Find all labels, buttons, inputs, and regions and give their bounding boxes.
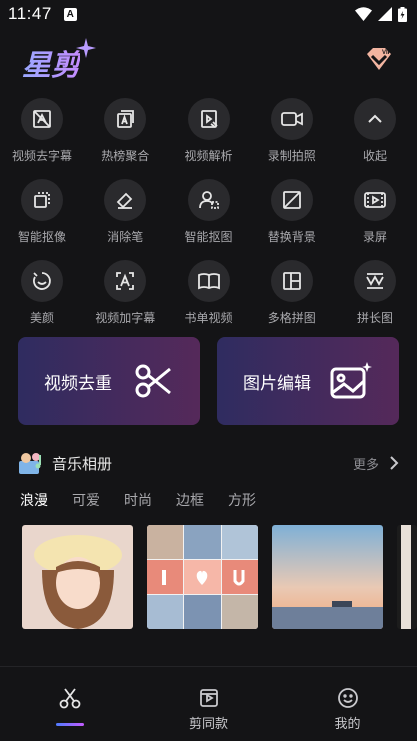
nav-edit[interactable] [0, 667, 139, 741]
music-album-icon [19, 453, 41, 474]
tool-video-parse[interactable]: 视频解析 [184, 98, 233, 179]
hot-list-icon [117, 110, 135, 128]
tools-grid: 视频去字幕 热榜聚合 视频解析 录制拍照 收起 智能抠像 消除笔 智能抠图 替换… [0, 98, 417, 341]
tools-row: 智能抠像 消除笔 智能抠图 替换背景 录屏 [0, 179, 417, 260]
album-thumbnails [22, 525, 417, 629]
nav-label: 我的 [334, 717, 361, 732]
album-tabs: 浪漫 可爱 时尚 边框 方形 [20, 490, 256, 510]
bottom-nav: 剪同款 我的 [0, 667, 417, 741]
album-thumbnail-image [272, 525, 383, 629]
chevron-right-icon [390, 456, 399, 470]
person-cutout-icon [198, 191, 219, 209]
tool-record-camera[interactable]: 录制拍照 [267, 98, 316, 179]
long-stitch-icon [366, 273, 384, 289]
album-thumbnail[interactable] [147, 525, 258, 629]
feature-cards: 视频去重 图片编辑 [18, 337, 399, 425]
card-title: 视频去重 [44, 373, 112, 394]
chevron-up-icon [368, 114, 382, 123]
tool-grid-collage[interactable]: 多格拼图 [267, 260, 316, 341]
beauty-icon [33, 272, 51, 290]
smile-icon [337, 688, 358, 708]
scissors-icon [59, 688, 80, 709]
tool-label: 录屏 [362, 230, 387, 244]
tool-eraser[interactable]: 消除笔 [103, 179, 147, 260]
grid-icon [282, 272, 301, 290]
add-subtitle-icon [116, 272, 135, 290]
tool-label: 消除笔 [107, 230, 144, 244]
active-indicator [55, 723, 84, 726]
eraser-icon [116, 192, 133, 209]
tool-label: 热榜聚合 [101, 149, 150, 163]
tool-label: 替换背景 [267, 230, 316, 244]
album-thumbnail-image [147, 525, 258, 629]
tool-book-video[interactable]: 书单视频 [184, 260, 233, 341]
tab-fashion[interactable]: 时尚 [124, 490, 152, 510]
music-album-header: 音乐相册 更多 [18, 448, 399, 478]
tool-label: 录制拍照 [267, 149, 316, 163]
tool-label: 智能抠图 [184, 230, 233, 244]
album-thumbnail[interactable] [22, 525, 133, 629]
sparkle-icon [76, 38, 96, 58]
tool-label: 视频去字幕 [12, 149, 73, 163]
tool-beauty[interactable]: 美颜 [20, 260, 64, 341]
tool-collapse[interactable]: 收起 [353, 98, 397, 179]
tab-cute[interactable]: 可爱 [72, 490, 100, 510]
smart-cutout-icon [34, 192, 50, 208]
tool-label: 收起 [362, 149, 387, 163]
battery-icon [398, 6, 407, 22]
album-thumbnail[interactable] [272, 525, 383, 629]
nav-mine[interactable]: 我的 [278, 667, 417, 741]
wifi-icon [355, 7, 372, 21]
tool-long-stitch[interactable]: 拼长图 [353, 260, 397, 341]
signal-icon [378, 7, 392, 21]
tool-replace-background[interactable]: 替换背景 [267, 179, 316, 260]
book-icon [197, 273, 220, 290]
tool-hot-list[interactable]: 热榜聚合 [101, 98, 150, 179]
template-video-icon [199, 689, 218, 707]
card-title: 图片编辑 [243, 373, 311, 394]
nav-label: 剪同款 [188, 717, 228, 732]
section-title: 音乐相册 [52, 454, 113, 473]
album-thumbnail-image [22, 525, 133, 629]
tool-video-add-subtitle[interactable]: 视频加字幕 [95, 260, 155, 341]
tool-screen-record[interactable]: 录屏 [353, 179, 397, 260]
nav-template[interactable]: 剪同款 [139, 667, 278, 741]
app-logo: 星剪 [22, 42, 80, 84]
screen-record-icon [364, 192, 386, 208]
tool-label: 智能抠像 [18, 230, 67, 244]
status-time: 11:47 [8, 4, 52, 23]
scissors-icon [135, 364, 171, 398]
tool-label: 拼长图 [356, 311, 393, 325]
notification-icon: A [63, 7, 77, 21]
tab-square[interactable]: 方形 [228, 490, 256, 510]
video-remove-subtitle-icon [33, 110, 51, 128]
tab-romantic[interactable]: 浪漫 [20, 490, 48, 510]
more-label: 更多 [352, 457, 379, 473]
status-bar: 11:47 A [0, 0, 417, 28]
camera-icon [280, 112, 303, 126]
tool-smart-cutout-portrait[interactable]: 智能抠像 [18, 179, 67, 260]
tool-label: 美颜 [29, 311, 54, 325]
tool-label: 多格拼图 [267, 311, 316, 325]
image-edit-card[interactable]: 图片编辑 [217, 337, 399, 425]
more-link[interactable]: 更多 [353, 454, 399, 473]
tab-frame[interactable]: 边框 [176, 490, 204, 510]
app-header: 星剪 VIP [0, 36, 417, 86]
image-edit-icon [330, 362, 372, 399]
vip-icon[interactable]: VIP [363, 46, 395, 74]
video-parse-icon [200, 110, 218, 128]
album-thumbnail-image [397, 525, 417, 629]
tool-label: 视频加字幕 [95, 311, 156, 325]
tool-label: 书单视频 [184, 311, 233, 325]
tools-row: 美颜 视频加字幕 书单视频 多格拼图 拼长图 [0, 260, 417, 341]
tools-row: 视频去字幕 热榜聚合 视频解析 录制拍照 收起 [0, 98, 417, 179]
tool-smart-cutout-image[interactable]: 智能抠图 [184, 179, 233, 260]
video-dedupe-card[interactable]: 视频去重 [18, 337, 200, 425]
replace-bg-icon [282, 191, 301, 209]
tool-label: 视频解析 [184, 149, 233, 163]
svg-text:VIP: VIP [382, 50, 392, 56]
album-thumbnail[interactable] [397, 525, 417, 629]
tool-video-remove-subtitle[interactable]: 视频去字幕 [12, 98, 72, 179]
